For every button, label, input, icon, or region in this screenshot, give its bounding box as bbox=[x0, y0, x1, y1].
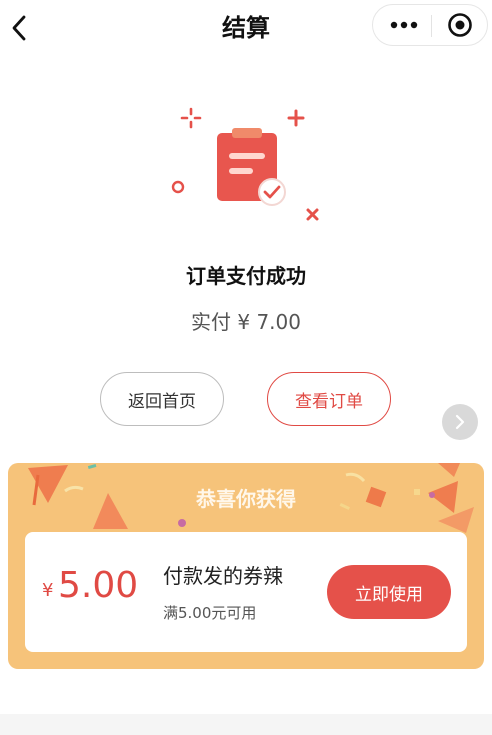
capsule-divider bbox=[431, 15, 432, 37]
paid-amount: 实付 ¥ 7.00 bbox=[191, 310, 301, 334]
chevron-right-icon bbox=[455, 414, 465, 430]
coupon-condition: 满5.00元可用 bbox=[163, 604, 257, 622]
coupon-name: 付款发的券辣 bbox=[163, 564, 283, 588]
coupon-currency: ¥ bbox=[42, 580, 54, 601]
view-order-button[interactable]: 查看订单 bbox=[267, 372, 391, 426]
close-button[interactable] bbox=[435, 5, 485, 45]
more-button[interactable] bbox=[379, 5, 429, 45]
use-now-button[interactable]: 立即使用 bbox=[327, 565, 451, 619]
mini-program-capsule bbox=[372, 4, 488, 46]
reward-title: 恭喜你获得 bbox=[196, 487, 296, 511]
payment-success-title: 订单支付成功 bbox=[186, 264, 306, 288]
target-circle-icon bbox=[448, 13, 472, 37]
coupon-amount: 5.00 bbox=[58, 565, 139, 606]
more-dots-icon bbox=[390, 21, 418, 29]
bottom-spacer bbox=[0, 714, 492, 735]
reward-card: 恭喜你获得 ¥ 5.00 付款发的券辣 满5.00元可用 立即使用 bbox=[8, 463, 484, 669]
float-next-button[interactable] bbox=[442, 404, 478, 440]
back-home-button[interactable]: 返回首页 bbox=[100, 372, 224, 426]
coupon-card: ¥ 5.00 付款发的券辣 满5.00元可用 立即使用 bbox=[25, 532, 467, 652]
sparkle-icon bbox=[180, 107, 202, 129]
clipboard-check-icon bbox=[171, 107, 319, 221]
